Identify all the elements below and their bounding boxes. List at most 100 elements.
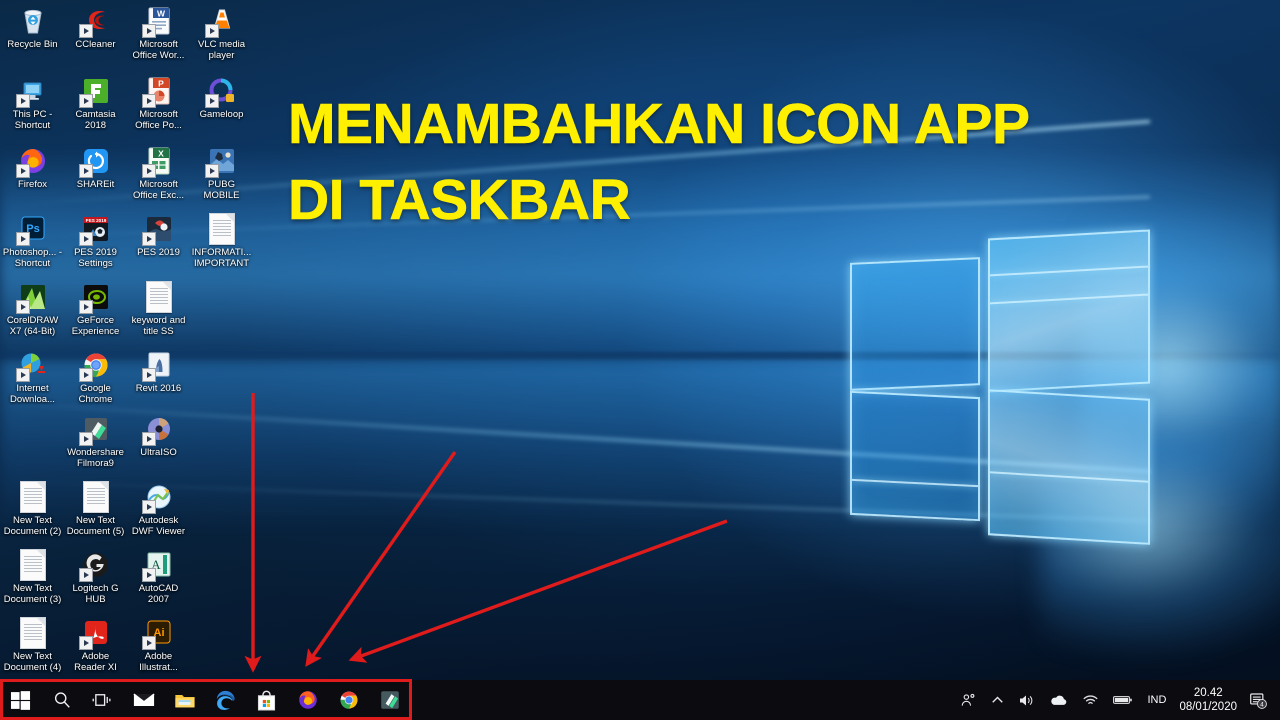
text-document-glyph bbox=[19, 617, 46, 649]
recycle-bin-icon bbox=[16, 4, 50, 38]
autocad-icon: A bbox=[141, 548, 176, 582]
desktop-icon[interactable]: PES 2019 PES 2019 Settings bbox=[64, 212, 127, 269]
desktop-icon-label: Microsoft Office Po... bbox=[135, 109, 182, 131]
desktop-icon-label: This PC - Shortcut bbox=[12, 109, 53, 131]
chrome-button[interactable] bbox=[328, 680, 369, 720]
microsoft-word-icon: W bbox=[141, 4, 176, 38]
desktop-icon-label: Adobe Illustrat... bbox=[139, 651, 178, 673]
desktop-icon-label: Firefox bbox=[17, 179, 48, 190]
desktop-icon[interactable]: X Microsoft Office Exc... bbox=[127, 144, 190, 201]
filmora-button[interactable] bbox=[369, 680, 410, 720]
desktop-icon-label: Recycle Bin bbox=[7, 39, 58, 50]
shortcut-arrow-icon bbox=[15, 368, 30, 382]
svg-text:PES 2019: PES 2019 bbox=[85, 218, 106, 223]
running-indicator bbox=[337, 717, 360, 719]
shortcut-arrow-icon bbox=[78, 24, 93, 38]
svg-text:X: X bbox=[158, 149, 164, 159]
desktop-icon[interactable]: Wondershare Filmora9 bbox=[64, 412, 127, 469]
desktop-icon-label: UltraISO bbox=[140, 447, 177, 458]
shortcut-arrow-icon bbox=[204, 24, 219, 38]
desktop-icon[interactable]: New Text Document (2) bbox=[1, 480, 64, 537]
shortcut-arrow-icon bbox=[204, 94, 219, 108]
store-button[interactable] bbox=[246, 680, 287, 720]
desktop-icon-label: CorelDRAW X7 (64-Bit) bbox=[6, 315, 59, 337]
network-wifi-icon[interactable] bbox=[1075, 680, 1106, 720]
desktop-icon[interactable]: Gameloop bbox=[190, 74, 253, 121]
shortcut-arrow-icon bbox=[78, 432, 93, 446]
desktop-icon[interactable]: CorelDRAW X7 (64-Bit) bbox=[1, 280, 64, 337]
start-button[interactable] bbox=[0, 680, 41, 720]
shortcut-arrow-icon bbox=[204, 164, 219, 178]
this-pc-icon bbox=[15, 74, 50, 108]
desktop-icon-label: PES 2019 Settings bbox=[74, 247, 117, 269]
battery-icon[interactable] bbox=[1106, 680, 1140, 720]
windows-logo-pane bbox=[850, 390, 980, 522]
desktop-icon[interactable]: Autodesk DWF Viewer bbox=[127, 480, 190, 537]
shortcut-arrow-icon bbox=[15, 300, 30, 314]
search-button[interactable] bbox=[41, 680, 82, 720]
desktop-icon-label: PES 2019 bbox=[137, 247, 180, 258]
video-title-overlay: MENAMBAHKAN ICON APP DI TASKBAR bbox=[288, 86, 1268, 238]
ccleaner-icon bbox=[78, 4, 113, 38]
desktop-icon[interactable]: Camtasia 2018 bbox=[64, 74, 127, 131]
meet-now-icon[interactable] bbox=[953, 680, 984, 720]
task-view-button[interactable] bbox=[82, 680, 123, 720]
desktop-icon[interactable]: Firefox bbox=[1, 144, 64, 191]
shortcut-arrow-icon bbox=[78, 164, 93, 178]
desktop-icon[interactable]: Ps Photoshop... - Shortcut bbox=[1, 212, 64, 269]
desktop-icon[interactable]: SHAREit bbox=[64, 144, 127, 191]
adobe-reader-icon bbox=[78, 616, 113, 650]
desktop-icon[interactable]: GeForce Experience bbox=[64, 280, 127, 337]
mail-icon bbox=[132, 689, 155, 711]
language-indicator[interactable]: IND bbox=[1140, 680, 1173, 720]
desktop-icon[interactable]: New Text Document (3) bbox=[1, 548, 64, 605]
desktop-icon[interactable]: Recycle Bin bbox=[1, 4, 64, 51]
edge-button[interactable] bbox=[205, 680, 246, 720]
desktop-icon[interactable]: New Text Document (5) bbox=[64, 480, 127, 537]
title-line-2: DI TASKBAR bbox=[288, 168, 631, 233]
taskbar-system-tray: IND 20.42 08/01/2020 4 bbox=[953, 680, 1280, 720]
action-center-button[interactable]: 4 bbox=[1245, 680, 1276, 720]
shortcut-arrow-icon bbox=[15, 94, 30, 108]
desktop-icon[interactable]: PES 2019 bbox=[127, 212, 190, 259]
pes-2019-settings-icon: PES 2019 bbox=[78, 212, 113, 246]
desktop-icon[interactable]: Logitech G HUB bbox=[64, 548, 127, 605]
firefox-button[interactable] bbox=[287, 680, 328, 720]
desktop-icon[interactable]: P Microsoft Office Po... bbox=[127, 74, 190, 131]
desktop-icon-label: New Text Document (4) bbox=[3, 651, 62, 673]
desktop-icon[interactable]: This PC - Shortcut bbox=[1, 74, 64, 131]
volume-icon[interactable] bbox=[1011, 680, 1042, 720]
text-document-icon bbox=[16, 548, 50, 582]
desktop-icon-label: New Text Document (3) bbox=[3, 583, 62, 605]
onedrive-icon[interactable] bbox=[1042, 680, 1075, 720]
desktop-icon[interactable]: VLC media player bbox=[190, 4, 253, 61]
desktop-icon[interactable]: keyword and title SS bbox=[127, 280, 190, 337]
desktop-icon[interactable]: A AutoCAD 2007 bbox=[127, 548, 190, 605]
desktop-icon-label: Autodesk DWF Viewer bbox=[131, 515, 186, 537]
file-explorer-button[interactable] bbox=[164, 680, 205, 720]
text-document-glyph bbox=[19, 481, 46, 513]
taskbar-clock[interactable]: 20.42 08/01/2020 bbox=[1173, 680, 1245, 720]
shortcut-arrow-icon bbox=[78, 300, 93, 314]
desktop-icon[interactable]: CCleaner bbox=[64, 4, 127, 51]
clock-time: 20.42 bbox=[1193, 687, 1223, 699]
desktop-icon[interactable]: PUBG MOBILE bbox=[190, 144, 253, 201]
shortcut-arrow-icon bbox=[78, 232, 93, 246]
file-explorer-icon bbox=[174, 689, 196, 711]
mail-button[interactable] bbox=[123, 680, 164, 720]
desktop-icon[interactable]: UltraISO bbox=[127, 412, 190, 459]
desktop-icon-label: Wondershare Filmora9 bbox=[67, 447, 124, 469]
text-document-glyph bbox=[82, 481, 109, 513]
desktop-icon[interactable]: Adobe Reader XI bbox=[64, 616, 127, 673]
desktop-icon[interactable]: W Microsoft Office Wor... bbox=[127, 4, 190, 61]
desktop-icon-label: Gameloop bbox=[199, 109, 244, 120]
desktop-icon[interactable]: Ai Adobe Illustrat... bbox=[127, 616, 190, 673]
desktop-icon-label: GeForce Experience bbox=[71, 315, 120, 337]
desktop-icon[interactable]: New Text Document (4) bbox=[1, 616, 64, 673]
show-hidden-icons-button[interactable] bbox=[984, 680, 1011, 720]
desktop-icon[interactable]: Google Chrome bbox=[64, 348, 127, 405]
windows-logo-pane bbox=[988, 389, 1150, 545]
desktop-icon[interactable]: INFORMATI... IMPORTANT bbox=[190, 212, 253, 269]
desktop-icon[interactable]: Internet Downloa... bbox=[1, 348, 64, 405]
desktop-icon[interactable]: Revit 2016 bbox=[127, 348, 190, 395]
